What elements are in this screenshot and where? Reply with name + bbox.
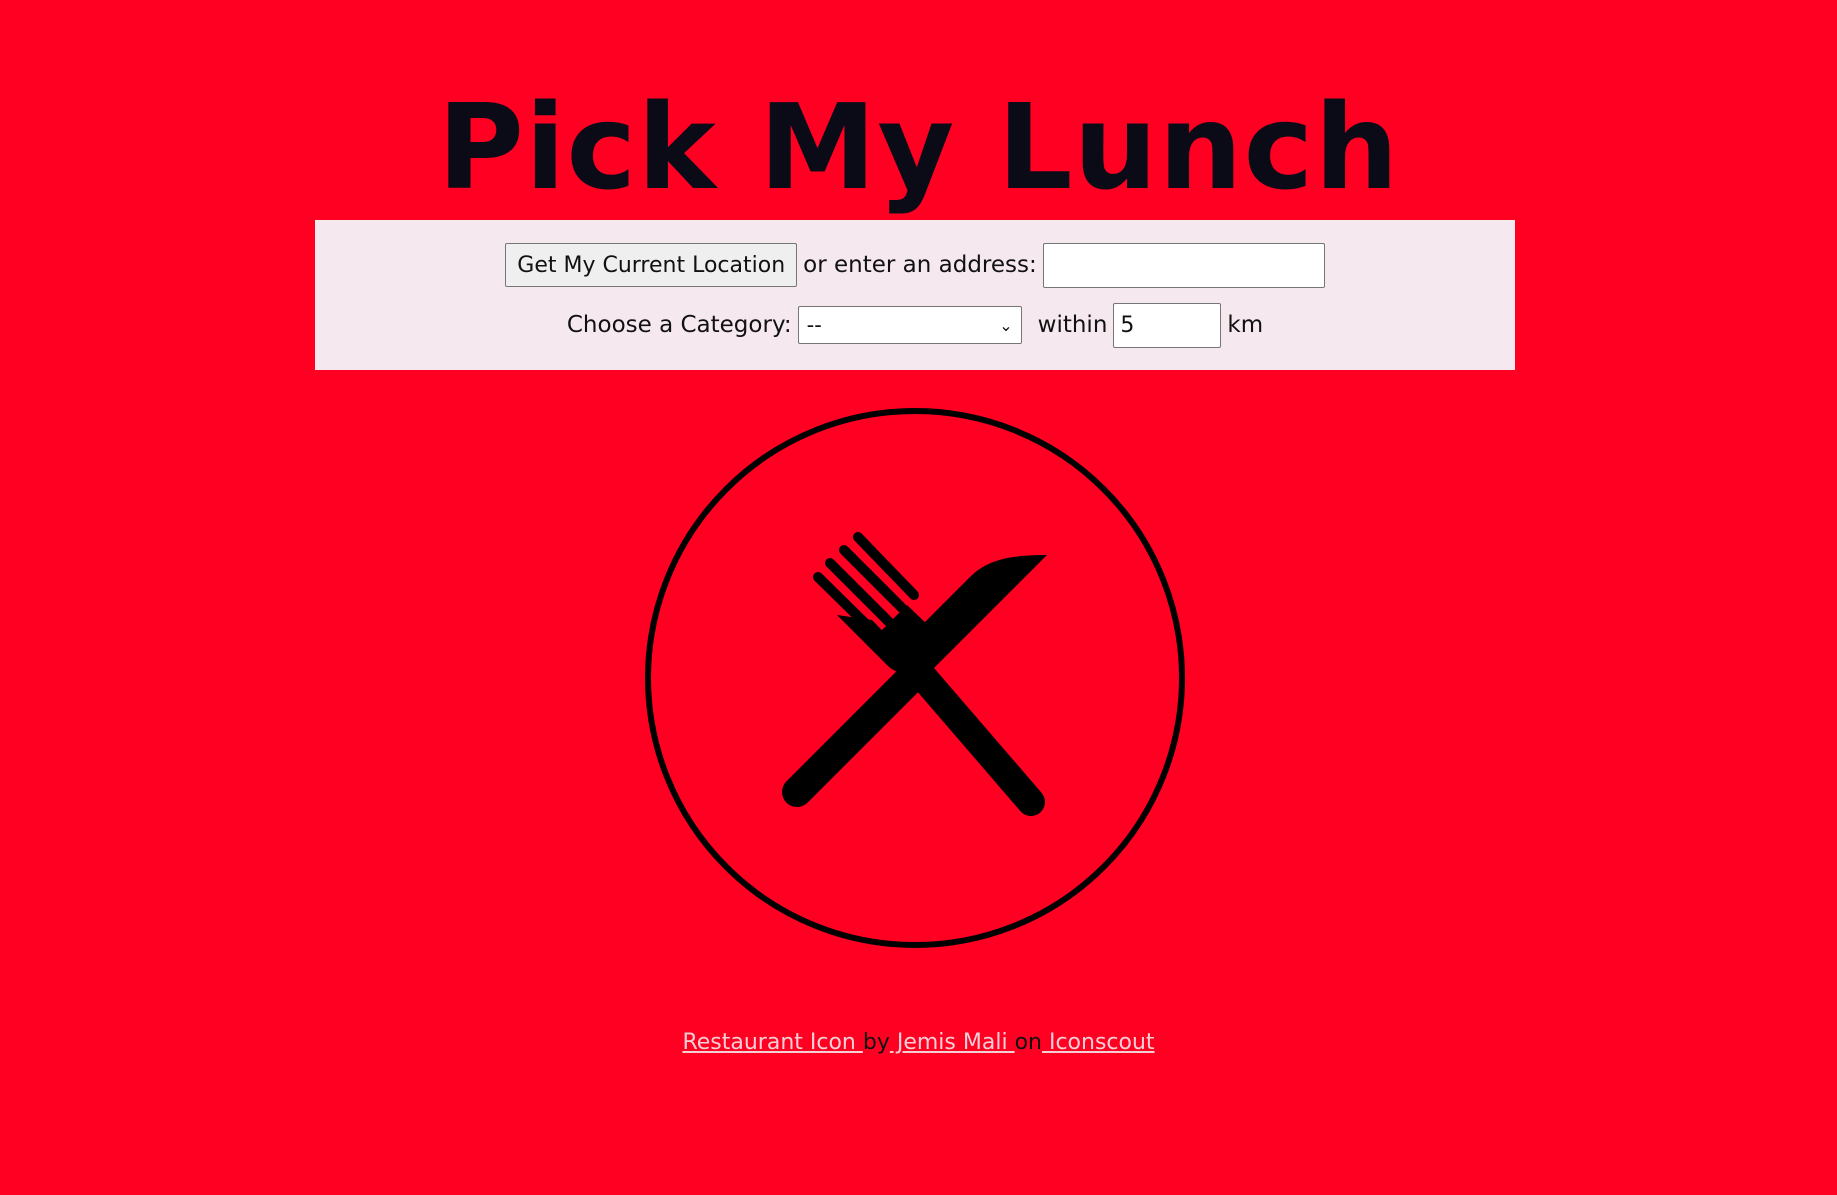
search-panel: Get My Current Location or enter an addr… [315, 220, 1515, 370]
unit-label: km [1227, 312, 1264, 338]
icon-credit: Restaurant Icon by Jemis Mali on Iconsco… [0, 1030, 1837, 1055]
category-label: Choose a Category: [566, 312, 792, 338]
category-row: Choose a Category: -- ⌄ within 5 km [315, 302, 1515, 348]
distance-input[interactable]: 5 [1113, 302, 1222, 348]
address-label: or enter an address: [803, 252, 1037, 278]
location-row: Get My Current Location or enter an addr… [315, 242, 1515, 288]
within-label: within [1037, 312, 1108, 338]
category-selected-value: -- [806, 313, 822, 337]
credit-by: by [862, 1030, 890, 1055]
page: Pick My Lunch Get My Current Location or… [0, 0, 1837, 1195]
category-select[interactable]: -- ⌄ [797, 306, 1022, 344]
iconscout-link[interactable]: Iconscout [1042, 1030, 1155, 1055]
chevron-down-icon: ⌄ [999, 315, 1013, 335]
get-location-button[interactable]: Get My Current Location [505, 243, 798, 287]
page-title: Pick My Lunch [437, 78, 1400, 216]
restaurant-fork-knife-icon [645, 408, 1185, 948]
address-input[interactable] [1042, 242, 1325, 288]
author-link[interactable]: Jemis Mali [890, 1030, 1015, 1055]
credit-on: on [1014, 1030, 1042, 1055]
restaurant-icon-link[interactable]: Restaurant Icon [682, 1030, 862, 1055]
